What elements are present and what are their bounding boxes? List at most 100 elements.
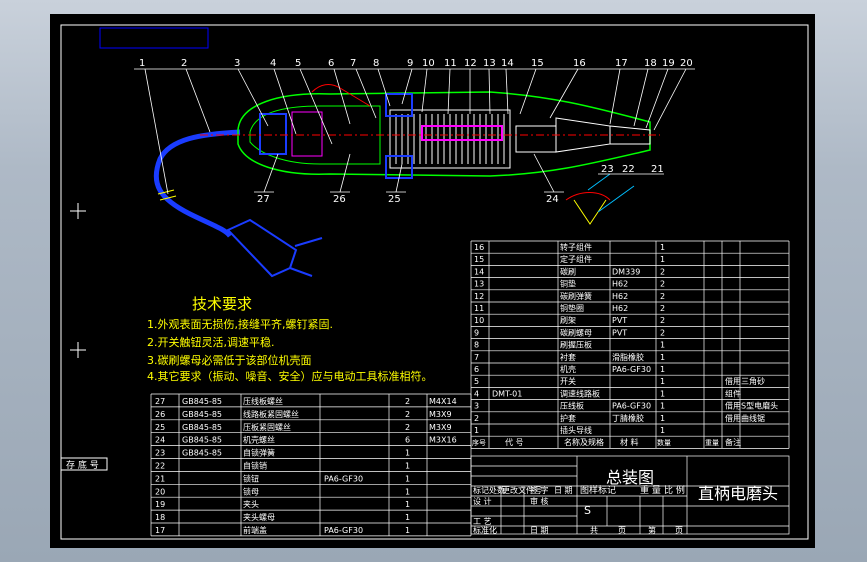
- requirement-item: 2.开关触钮灵活,调速平稳.: [147, 335, 275, 349]
- bom-row-no: 7: [474, 353, 479, 362]
- bom-row-qty: 1: [660, 353, 665, 362]
- bom-row-qty: 2: [660, 304, 665, 313]
- title-label: 标记处数: [473, 485, 505, 495]
- requirement-item: 3.碳刷螺母必需低于该部位机壳面: [147, 353, 312, 367]
- bom-row-qty: 1: [660, 255, 665, 264]
- bom-row-qty: 1: [660, 414, 665, 423]
- bom-left-row-qty: 1: [405, 474, 410, 483]
- bom-row-qty: 2: [660, 280, 665, 289]
- bom-row-no: 2: [474, 414, 479, 423]
- bom-left-row-name: 线路板紧固螺丝: [243, 409, 299, 419]
- callout-19: 19: [662, 58, 675, 69]
- bom-header: 材 料: [620, 437, 639, 447]
- requirement-item: 4.其它要求（振动、噪音、安全）应与电动工具标准相符。: [147, 369, 433, 383]
- bom-row-material: H62: [612, 280, 628, 289]
- bom-header: 名称及规格: [564, 437, 604, 447]
- callout-6: 6: [328, 58, 334, 69]
- bom-row-qty: 2: [660, 292, 665, 301]
- title-label: 日 期: [530, 526, 549, 535]
- bom-row-name: 刷握压板: [560, 340, 592, 350]
- bom-row-name: 转子组件: [560, 242, 592, 252]
- lock-detail: [565, 173, 635, 225]
- bom-left-row-no: 17: [155, 526, 165, 535]
- bom-row-qty: 1: [660, 341, 665, 350]
- bom-row-material: PVT: [612, 316, 627, 325]
- callout-2: 2: [181, 58, 187, 69]
- bom-row-name: 衬套: [560, 352, 576, 362]
- bom-left-row-name: 锁钮: [243, 473, 259, 483]
- bom-row-qty: 1: [660, 243, 665, 252]
- bom-row-no: 10: [474, 316, 484, 325]
- title-label: 图样标记: [580, 484, 616, 496]
- bom-row-material: DM339: [612, 267, 640, 276]
- bom-left-row-qty: 6: [405, 436, 410, 445]
- title-label: 比 例: [664, 484, 685, 496]
- bom-header: 序号: [472, 438, 486, 447]
- bom-left-row-no: 22: [155, 462, 165, 471]
- callout-18: 18: [644, 58, 657, 69]
- title-label: 页: [675, 526, 683, 535]
- bom-row-name: 碳刷: [560, 266, 576, 276]
- bom-row-no: 11: [474, 304, 484, 313]
- bom-row-name: 调速线路板: [560, 388, 600, 398]
- bom-left-row-no: 24: [155, 436, 165, 445]
- bom-left-row-material: PA6-GF30: [324, 474, 363, 483]
- bom-left-row-qty: 1: [405, 449, 410, 458]
- bom-left-row-name: 夹头: [243, 499, 259, 509]
- bom-row-qty: 1: [660, 377, 665, 386]
- bom-row-note: 借用S型电磨头: [725, 401, 778, 411]
- bom-row-name: 定子组件: [560, 254, 592, 264]
- bom-row-qty: 1: [660, 402, 665, 411]
- title-label: 设 计: [473, 496, 492, 506]
- bom-left-row-code: GB845-85: [182, 423, 222, 432]
- bom-row-qty: 2: [660, 267, 665, 276]
- bom-header: 备注: [725, 437, 741, 447]
- callout-1: 1: [139, 58, 145, 69]
- bom-left-row-qty: 2: [405, 423, 410, 432]
- bom-row-name: 机壳: [560, 364, 576, 374]
- bom-left-row-spec: M3X16: [429, 436, 457, 445]
- bom-row-no: 8: [474, 341, 479, 350]
- drawing-title: 直柄电磨头: [698, 484, 778, 503]
- callout-27: 27: [257, 194, 270, 205]
- bom-left-row-name: 自锁销: [243, 461, 267, 471]
- drawing-sheet: 存 底 号 1 2 3 4 5 6 7 8 9 10 11 12 13 14 1…: [50, 14, 815, 548]
- bom-left-row-no: 25: [155, 423, 165, 432]
- bom-row-no: 1: [474, 426, 479, 435]
- callout-7: 7: [350, 58, 356, 69]
- bom-row-name: 压线板: [560, 401, 584, 411]
- bom-left-row-qty: 1: [405, 500, 410, 509]
- bom-left-row-spec: M3X9: [429, 423, 452, 432]
- bom-left-row-spec: M3X9: [429, 410, 452, 419]
- bom-row-name: 碳刷螺母: [560, 327, 592, 337]
- bom-left-row-name: 前端盖: [243, 525, 267, 535]
- title-label: 页: [618, 526, 626, 535]
- bom-left-row-code: GB845-85: [182, 436, 222, 445]
- bom-row-name: 插头导线: [560, 425, 592, 435]
- bom-row-note: 借用曲线锯: [725, 413, 765, 423]
- title-label: 重 量: [640, 484, 661, 496]
- callout-10: 10: [422, 58, 435, 69]
- callout-21: 21: [651, 164, 664, 175]
- callout-8: 8: [373, 58, 379, 69]
- requirement-item: 1.外观表面无损伤,接缝平齐,螺钉紧固.: [147, 317, 333, 331]
- drawing-subtitle: 总装图: [606, 468, 654, 487]
- bom-left-row-no: 19: [155, 500, 165, 509]
- bom-left-row-qty: 1: [405, 487, 410, 496]
- bom-row-material: 丁腈橡胶: [612, 413, 644, 423]
- bom-row-material: PVT: [612, 328, 627, 337]
- technical-requirements: 技术要求 1.外观表面无损伤,接缝平齐,螺钉紧固. 2.开关触钮灵活,调速平稳.…: [147, 295, 433, 383]
- requirements-heading: 技术要求: [192, 295, 252, 313]
- callout-5: 5: [295, 58, 301, 69]
- callout-4: 4: [270, 58, 276, 69]
- bom-row-note: 组件: [725, 388, 741, 398]
- bom-row-no: 6: [474, 365, 479, 374]
- outer-frame: [60, 24, 809, 540]
- bom-left-row-code: GB845-85: [182, 397, 222, 406]
- bom-left-row-no: 23: [155, 449, 165, 458]
- callout-24: 24: [546, 194, 559, 205]
- bom-left-row-qty: 2: [405, 397, 410, 406]
- callout-23: 23: [601, 164, 614, 175]
- bom-row-name: 刷架: [560, 316, 576, 325]
- bom-left-row-name: 压板紧固螺丝: [243, 422, 291, 432]
